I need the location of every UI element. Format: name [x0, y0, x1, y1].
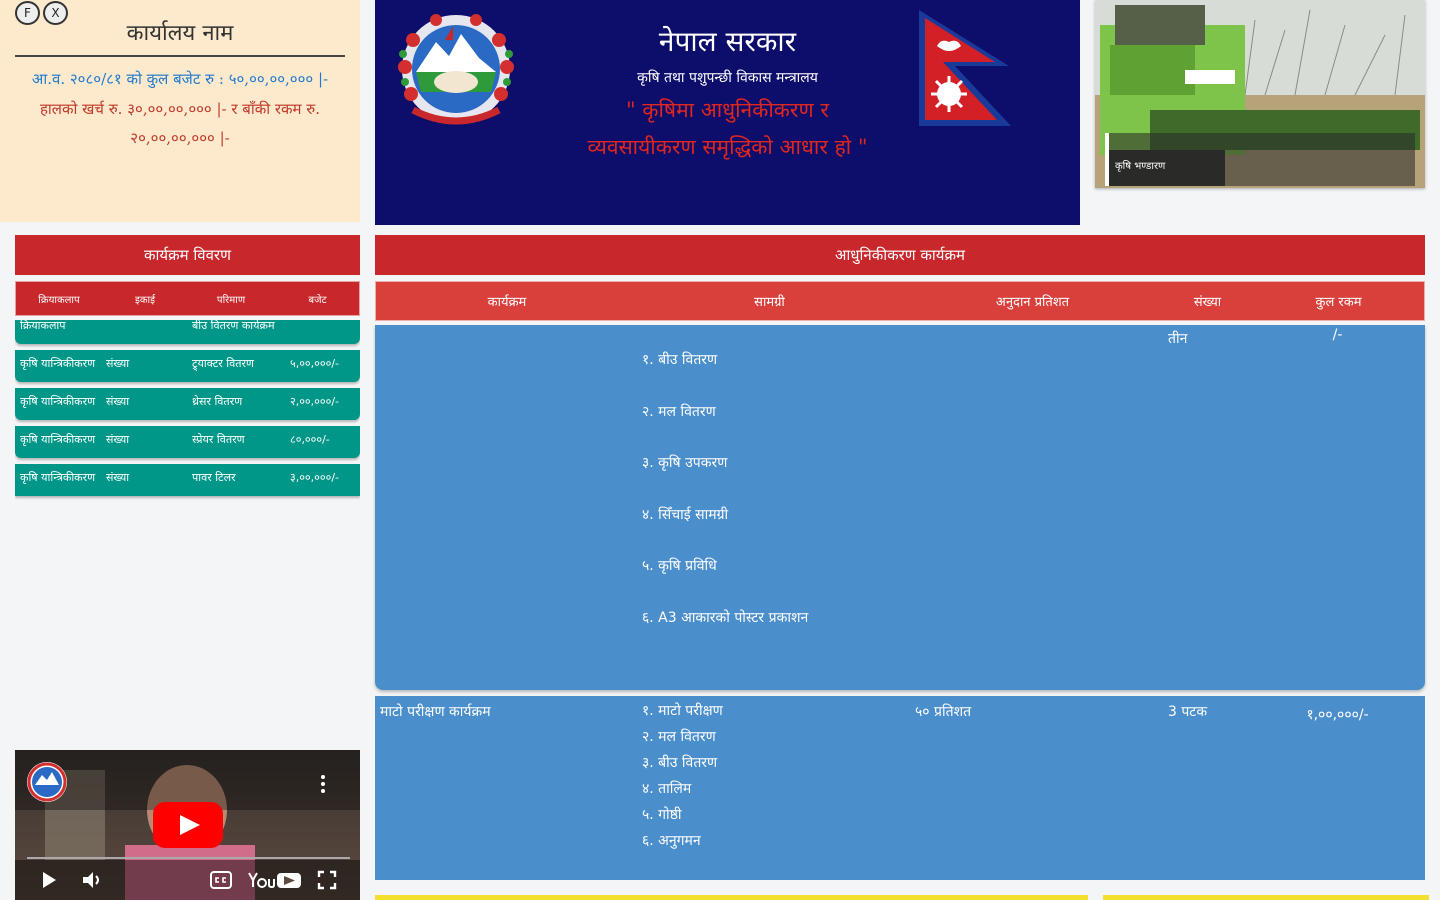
cell-subsidy-percent	[900, 325, 1163, 690]
left-table-row: कृषि यान्त्रिकीकरण संख्या स्प्रेयर वितरण…	[15, 426, 360, 458]
row-budget: ८०,०००/-	[290, 433, 330, 446]
left-col-unit: इकाई	[134, 294, 156, 306]
table-row: १. बीउ वितरण २. मल वितरण ३. कृषि उपकरण ४…	[375, 325, 1425, 690]
list-item: १. माटो परीक्षण	[642, 703, 723, 719]
col-materials: सामग्री	[754, 295, 785, 310]
list-item: ५. गोष्ठी	[642, 807, 682, 823]
ministry-name: कृषि तथा पशुपन्छी विकास मन्त्रालय	[637, 70, 818, 86]
cell-subsidy-percent: ५० प्रतिशत	[915, 704, 972, 720]
col-total-amount: कुल रकम	[1315, 295, 1362, 310]
row-unit: संख्या	[106, 357, 130, 370]
youtube-video-player[interactable]	[15, 750, 360, 900]
photo-slider[interactable]: कृषि भण्डारण	[1095, 0, 1425, 188]
footer-strip-left	[375, 895, 1088, 900]
footer-strip-right	[1103, 895, 1429, 900]
play-button-icon[interactable]	[153, 802, 223, 848]
left-table-row: क्रियाकलाप बीउ वितरण कार्यक्रम	[15, 320, 360, 344]
list-item: २. मल वितरण	[642, 403, 716, 420]
list-item: ६. A3 आकारको पोस्टर प्रकाशन	[642, 609, 809, 626]
row-unit: संख्या	[106, 395, 130, 408]
row-quantity: ट्र्याक्टर वितरण	[192, 357, 254, 370]
row-quantity: पावर टिलर	[192, 471, 236, 484]
budget-total: आ.व. २०८०/८१ को कुल बजेट रु : ५०,००,००,०…	[31, 70, 329, 88]
cell-count: 3 पटक	[1168, 704, 1208, 720]
row-quantity: थ्रेसर वितरण	[192, 395, 243, 408]
left-table-title: कार्यक्रम विवरण	[15, 235, 360, 275]
list-item: ४. सिँचाई सामग्री	[642, 506, 729, 523]
list-item: १. बीउ वितरण	[642, 352, 718, 368]
left-table-row: कृषि यान्त्रिकीकरण संख्या थ्रेसर वितरण २…	[15, 388, 360, 420]
cell-materials: १. बीउ वितरण २. मल वितरण ३. कृषि उपकरण ४…	[637, 325, 900, 690]
list-item: ५. कृषि प्रविधि	[642, 558, 717, 574]
list-item: ३. बीउ वितरण	[642, 755, 718, 771]
youtube-logo-icon[interactable]	[247, 870, 303, 890]
volume-icon[interactable]	[81, 870, 103, 890]
government-emblem-icon	[398, 14, 514, 125]
table-row: माटो परीक्षण कार्यक्रम १. माटो परीक्षण २…	[375, 696, 1425, 880]
row-activity: कृषि यान्त्रिकीकरण	[20, 471, 96, 484]
header-banner: नेपाल सरकार कृषि तथा पशुपन्छी विकास मन्त…	[375, 0, 1080, 225]
play-icon[interactable]	[39, 870, 59, 890]
left-table-header: क्रियाकलाप इकाई परिमाण बजेट	[15, 281, 360, 316]
photo-caption: कृषि भण्डारण	[1105, 133, 1415, 186]
row-quantity: स्प्रेयर वितरण	[192, 433, 245, 446]
main-table-title: आधुनिकीकरण कार्यक्रम	[375, 235, 1425, 275]
col-count: संख्या	[1193, 295, 1222, 310]
cell-count: तीन	[1168, 331, 1188, 347]
row-activity: क्रियाकलाप	[20, 320, 66, 332]
left-col-budget: बजेट	[308, 294, 327, 306]
list-item: ४. तालिम	[642, 781, 692, 797]
row-unit: संख्या	[106, 433, 130, 446]
row-budget: २,००,०००/-	[290, 395, 339, 408]
cell-total-amount: /-	[1332, 327, 1343, 343]
cell-total-amount: १,००,०००/-	[1306, 707, 1369, 723]
row-budget	[290, 320, 360, 336]
row-unit	[106, 320, 192, 336]
left-table-body[interactable]: क्रियाकलाप बीउ वितरण कार्यक्रम कृषि यान्…	[15, 320, 360, 734]
col-program: कार्यक्रम	[487, 295, 527, 310]
list-item: ६. अनुगमन	[642, 833, 701, 849]
row-unit: संख्या	[106, 471, 130, 484]
left-col-activity: क्रियाकलाप	[38, 294, 80, 306]
left-col-quantity: परिमाण	[216, 294, 246, 306]
row-budget: ५,००,०००/-	[290, 357, 339, 370]
close-button[interactable]: X	[43, 1, 68, 25]
budget-info-panel: F X कार्यालय नाम आ.व. २०८०/८१ को कुल बजे…	[0, 0, 360, 222]
slogan: " कृषिमा आधुनिकीकरण र व्यवसायीकरण समृद्ध…	[587, 98, 868, 159]
captions-icon[interactable]	[210, 871, 232, 889]
government-title: नेपाल सरकार	[658, 25, 797, 58]
row-activity: कृषि यान्त्रिकीकरण	[20, 395, 96, 408]
cell-program	[375, 325, 637, 690]
list-item: ३. कृषि उपकरण	[642, 455, 728, 471]
row-budget: ३,००,०००/-	[290, 471, 339, 484]
left-table-row: कृषि यान्त्रिकीकरण संख्या पावर टिलर ३,००…	[15, 464, 360, 496]
font-size-button[interactable]: F	[15, 1, 40, 25]
row-activity: कृषि यान्त्रिकीकरण	[20, 357, 96, 370]
col-subsidy-percent: अनुदान प्रतिशत	[995, 295, 1070, 310]
row-activity: कृषि यान्त्रिकीकरण	[20, 433, 96, 446]
main-table-header: कार्यक्रम सामग्री अनुदान प्रतिशत संख्या …	[375, 281, 1425, 321]
fullscreen-icon[interactable]	[317, 870, 337, 890]
row-quantity: बीउ वितरण कार्यक्रम	[192, 320, 275, 332]
left-table-row: कृषि यान्त्रिकीकरण संख्या ट्र्याक्टर वित…	[15, 350, 360, 382]
channel-avatar-icon[interactable]	[26, 761, 68, 803]
budget-spent-remaining: हालको खर्च रु. ३०,००,००,००० |- र बाँकी र…	[39, 100, 321, 147]
list-item: २. मल वितरण	[642, 729, 716, 745]
cell-program: माटो परीक्षण कार्यक्रम	[380, 704, 491, 720]
more-options-icon[interactable]	[317, 774, 329, 794]
cell-materials: १. माटो परीक्षण २. मल वितरण ३. बीउ वितरण…	[637, 696, 900, 880]
nepal-flag-icon	[919, 10, 1011, 126]
office-title: कार्यालय नाम	[15, 17, 345, 57]
